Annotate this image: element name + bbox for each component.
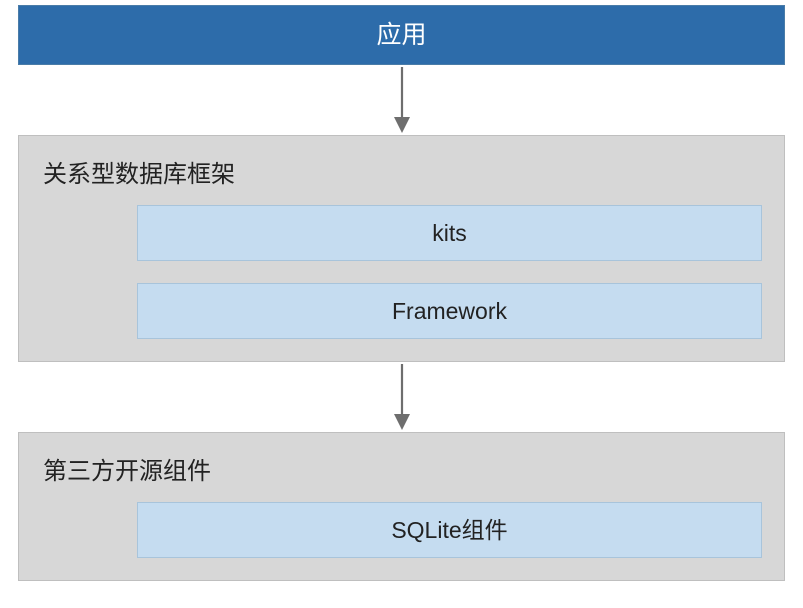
framework-box: Framework xyxy=(137,283,762,339)
arrow-down-icon xyxy=(387,362,417,432)
application-box: 应用 xyxy=(18,5,785,65)
arrow-1-wrap xyxy=(18,65,785,135)
arrow-down-icon xyxy=(387,65,417,135)
arrow-2-wrap xyxy=(18,362,785,432)
rdb-framework-box: 关系型数据库框架 kits Framework xyxy=(18,135,785,362)
kits-label: kits xyxy=(432,220,467,246)
third-party-title: 第三方开源组件 xyxy=(41,451,762,486)
rdb-framework-title: 关系型数据库框架 xyxy=(41,154,762,189)
diagram-container: 应用 关系型数据库框架 kits Framework 第三方开源组件 SQLit… xyxy=(0,0,803,586)
third-party-box: 第三方开源组件 SQLite组件 xyxy=(18,432,785,581)
application-label: 应用 xyxy=(376,21,426,49)
kits-box: kits xyxy=(137,205,762,261)
framework-label: Framework xyxy=(392,298,507,324)
sqlite-label: SQLite组件 xyxy=(391,517,507,543)
sqlite-box: SQLite组件 xyxy=(137,502,762,558)
